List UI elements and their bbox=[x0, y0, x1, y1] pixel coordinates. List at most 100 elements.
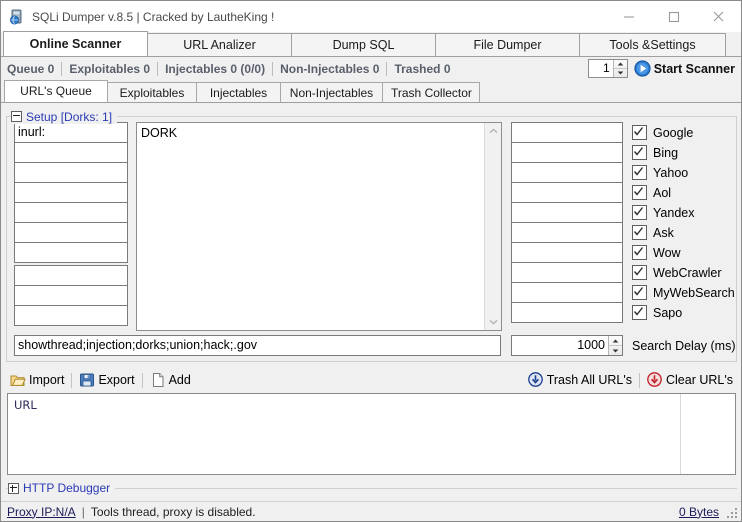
scroll-down-icon[interactable] bbox=[485, 314, 501, 330]
trash-all-urls-button[interactable]: Trash All URL's bbox=[524, 370, 636, 390]
engine-label: Yandex bbox=[653, 206, 694, 220]
engine-checkbox-yandex[interactable]: Yandex bbox=[632, 202, 742, 223]
engine-checkbox-ask[interactable]: Ask bbox=[632, 222, 742, 243]
toolbar-divider bbox=[639, 373, 640, 388]
http-debugger-group: HTTP Debugger bbox=[6, 481, 737, 495]
dork-keywords-input[interactable]: showthread;injection;dorks;union;hack;.g… bbox=[14, 335, 501, 356]
engine-param-field[interactable] bbox=[511, 282, 623, 303]
open-folder-icon bbox=[10, 372, 26, 388]
tab-dump-sql[interactable]: Dump SQL bbox=[291, 33, 436, 56]
stepper-down-icon[interactable] bbox=[609, 345, 622, 355]
engine-param-field[interactable] bbox=[511, 182, 623, 203]
subtab-urls-queue[interactable]: URL's Queue bbox=[4, 80, 108, 102]
engine-checkbox-sapo[interactable]: Sapo bbox=[632, 302, 742, 323]
proxy-ip-status[interactable]: Proxy IP:N/A bbox=[7, 505, 76, 519]
search-delay-value[interactable]: 1000 bbox=[512, 336, 608, 355]
save-floppy-icon bbox=[79, 372, 95, 388]
arrow-down-circle-icon bbox=[528, 372, 544, 388]
checkbox-checked-icon[interactable] bbox=[632, 145, 647, 160]
engine-label: Yahoo bbox=[653, 166, 688, 180]
http-debugger-expand-icon[interactable] bbox=[8, 483, 19, 494]
dork-prefix-field[interactable] bbox=[14, 222, 128, 243]
engine-param-field[interactable] bbox=[511, 162, 623, 183]
start-scanner-button[interactable]: Start Scanner bbox=[634, 60, 735, 77]
dork-prefix-field[interactable]: inurl: bbox=[14, 122, 128, 143]
close-button[interactable] bbox=[696, 1, 741, 32]
dork-prefix-field[interactable] bbox=[14, 305, 128, 326]
engine-param-field[interactable] bbox=[511, 142, 623, 163]
engine-checkbox-wow[interactable]: Wow bbox=[632, 242, 742, 263]
stepper-up-icon[interactable] bbox=[614, 60, 627, 68]
engine-checkbox-webcrawler[interactable]: WebCrawler bbox=[632, 262, 742, 283]
checkbox-checked-icon[interactable] bbox=[632, 245, 647, 260]
engine-param-field[interactable] bbox=[511, 262, 623, 283]
engine-checkbox-bing[interactable]: Bing bbox=[632, 142, 742, 163]
tab-tools-settings[interactable]: Tools &Settings bbox=[579, 33, 726, 56]
checkbox-checked-icon[interactable] bbox=[632, 285, 647, 300]
dork-prefix-field[interactable] bbox=[14, 265, 128, 286]
search-delay-stepper[interactable]: 1000 bbox=[511, 335, 623, 356]
checkbox-checked-icon[interactable] bbox=[632, 265, 647, 280]
engine-label: Aol bbox=[653, 186, 671, 200]
checkbox-checked-icon[interactable] bbox=[632, 305, 647, 320]
import-label: Import bbox=[29, 373, 64, 387]
engine-param-field[interactable] bbox=[511, 242, 623, 263]
url-column-divider[interactable] bbox=[680, 394, 681, 474]
minimize-button[interactable] bbox=[606, 1, 651, 32]
import-button[interactable]: Import bbox=[6, 370, 68, 390]
checkbox-checked-icon[interactable] bbox=[632, 205, 647, 220]
engine-param-field[interactable] bbox=[511, 202, 623, 223]
engine-checkbox-aol[interactable]: Aol bbox=[632, 182, 742, 203]
subtab-exploitables[interactable]: Exploitables bbox=[107, 82, 197, 102]
http-debugger-divider bbox=[6, 488, 737, 489]
engine-checkbox-mywebsearch[interactable]: MyWebSearch bbox=[632, 282, 742, 303]
dork-prefix-field[interactable] bbox=[14, 182, 128, 203]
play-circle-icon bbox=[634, 60, 651, 77]
subtab-injectables[interactable]: Injectables bbox=[196, 82, 281, 102]
resize-grip-icon[interactable] bbox=[725, 506, 737, 518]
dork-textarea[interactable]: DORK bbox=[136, 122, 502, 331]
dork-scrollbar[interactable] bbox=[484, 123, 501, 330]
tab-online-scanner[interactable]: Online Scanner bbox=[3, 31, 148, 56]
setup-group-header[interactable]: Setup [Dorks: 1] bbox=[11, 109, 117, 124]
checkbox-checked-icon[interactable] bbox=[632, 165, 647, 180]
checkbox-checked-icon[interactable] bbox=[632, 125, 647, 140]
add-button[interactable]: Add bbox=[146, 370, 195, 390]
engine-param-fields bbox=[511, 122, 623, 322]
engine-checkbox-yahoo[interactable]: Yahoo bbox=[632, 162, 742, 183]
engine-param-field[interactable] bbox=[511, 222, 623, 243]
clear-urls-button[interactable]: Clear URL's bbox=[643, 370, 737, 390]
dork-prefix-field[interactable] bbox=[14, 162, 128, 183]
dork-prefix-field[interactable] bbox=[14, 202, 128, 223]
threads-value[interactable]: 1 bbox=[589, 60, 613, 77]
online-scanner-panel: Setup [Dorks: 1] inurl: bbox=[1, 103, 741, 501]
checkbox-checked-icon[interactable] bbox=[632, 225, 647, 240]
dork-prefix-field[interactable] bbox=[14, 285, 128, 306]
engine-label: Bing bbox=[653, 146, 678, 160]
tab-file-dumper[interactable]: File Dumper bbox=[435, 33, 580, 56]
status-bar: Proxy IP:N/A | Tools thread, proxy is di… bbox=[1, 501, 741, 521]
engine-param-field[interactable] bbox=[511, 122, 623, 143]
maximize-button[interactable] bbox=[651, 1, 696, 32]
tab-url-analizer[interactable]: URL Analizer bbox=[147, 33, 292, 56]
http-debugger-header[interactable]: HTTP Debugger bbox=[8, 481, 115, 495]
subtab-non-injectables[interactable]: Non-Injectables bbox=[280, 82, 383, 102]
dork-prefix-field[interactable] bbox=[14, 142, 128, 163]
setup-group: Setup [Dorks: 1] inurl: bbox=[6, 109, 737, 362]
export-button[interactable]: Export bbox=[75, 370, 138, 390]
threads-stepper[interactable]: 1 bbox=[588, 59, 628, 78]
checkbox-checked-icon[interactable] bbox=[632, 185, 647, 200]
setup-collapse-icon[interactable] bbox=[11, 111, 22, 122]
scroll-up-icon[interactable] bbox=[485, 123, 501, 139]
dork-prefix-field[interactable] bbox=[14, 242, 128, 263]
dork-textarea-value[interactable]: DORK bbox=[137, 123, 484, 330]
bytes-counter[interactable]: 0 Bytes bbox=[679, 505, 719, 519]
engine-param-field[interactable] bbox=[511, 302, 623, 323]
engine-checkbox-google[interactable]: Google bbox=[632, 122, 742, 143]
stepper-down-icon[interactable] bbox=[614, 68, 627, 77]
subtab-trash-collector[interactable]: Trash Collector bbox=[382, 82, 480, 102]
url-list[interactable]: URL bbox=[7, 393, 736, 475]
url-column-header[interactable]: URL bbox=[8, 394, 735, 412]
app-window: SQLi Dumper v.8.5 | Cracked by LautheKin… bbox=[0, 0, 742, 522]
stepper-up-icon[interactable] bbox=[609, 336, 622, 345]
